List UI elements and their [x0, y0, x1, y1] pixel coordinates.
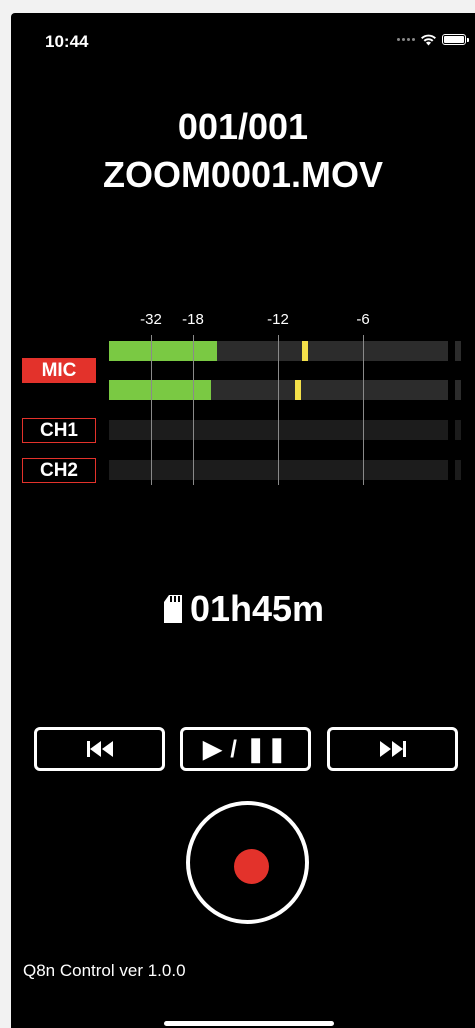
file-index: 001/001 — [177, 106, 309, 147]
play-pause-button[interactable]: ▶ / ❚❚ — [180, 727, 311, 771]
scale-label: -18 — [182, 311, 204, 328]
remaining-time-value: 01h45m — [189, 588, 325, 629]
remaining-time: 01h45m — [11, 588, 475, 630]
channel-ch1-button[interactable]: CH1 — [22, 418, 96, 443]
skip-forward-icon — [379, 741, 406, 757]
peak-marker — [302, 341, 309, 361]
file-name: ZOOM0001.MOV — [102, 154, 384, 195]
scale-line — [151, 335, 152, 485]
play-pause-label: ▶ / ❚❚ — [203, 735, 288, 763]
status-time: 10:44 — [45, 32, 89, 51]
home-indicator[interactable] — [164, 1021, 334, 1026]
clip-indicator — [455, 460, 461, 480]
level-fill — [109, 380, 211, 400]
scale-line — [278, 335, 279, 485]
clip-indicator — [455, 380, 461, 400]
scale-label: -12 — [267, 311, 289, 328]
record-button[interactable] — [186, 801, 309, 924]
signal-dots-icon — [397, 38, 415, 41]
skip-forward-button[interactable] — [327, 727, 458, 771]
sd-card-icon — [163, 595, 182, 623]
scale-label: -32 — [140, 311, 162, 328]
app-screen: 10:44 001/001 ZOOM0001.MOV -32 -18 -12 -… — [11, 13, 475, 1028]
record-icon — [234, 849, 269, 884]
clip-indicator — [455, 420, 461, 440]
scale-line — [363, 335, 364, 485]
peak-marker — [295, 380, 302, 400]
scale-line — [193, 335, 194, 485]
skip-back-icon — [86, 741, 113, 757]
scale-label: -6 — [356, 311, 370, 328]
channel-ch2-button[interactable]: CH2 — [22, 458, 96, 483]
wifi-icon — [421, 34, 436, 46]
battery-icon — [442, 34, 466, 45]
clip-indicator — [455, 341, 461, 361]
skip-back-button[interactable] — [34, 727, 165, 771]
app-version: Q8n Control ver 1.0.0 — [23, 961, 186, 980]
status-icons — [397, 33, 469, 46]
battery-tip — [467, 37, 469, 42]
channel-mic-button[interactable]: MIC — [22, 358, 96, 383]
level-fill — [109, 341, 218, 361]
